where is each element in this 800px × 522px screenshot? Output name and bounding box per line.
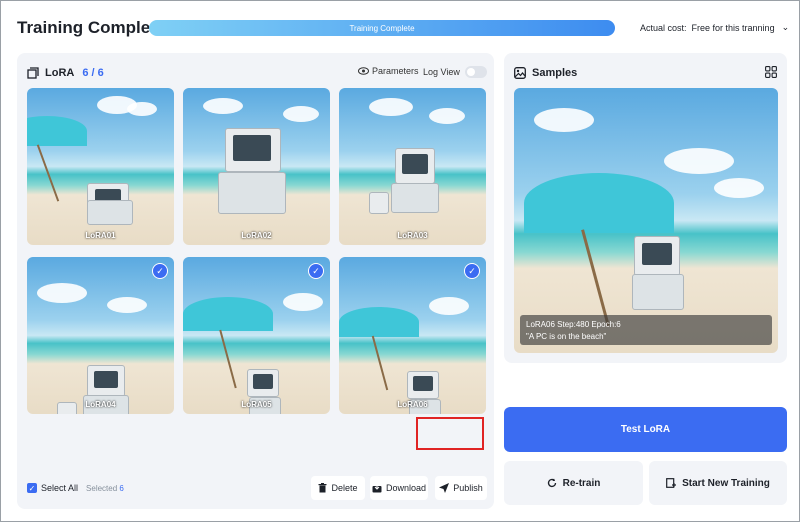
cost-selector[interactable]: Actual cost: Free for this tranning ⌄ (640, 22, 789, 33)
training-progress-bar: Training Complete (149, 20, 615, 36)
publish-label: Publish (453, 483, 483, 493)
lora-thumb[interactable]: LoRA01 (27, 88, 174, 245)
progress-text: Training Complete (349, 23, 415, 33)
sample-caption: LoRA06 Step:480 Epoch:6 "A PC is on the … (520, 315, 772, 345)
thumb-label: LoRA01 (85, 231, 116, 240)
download-icon (372, 483, 382, 493)
samples-panel: Samples LoRA06 Step:480 Epoch:6 "A PC is… (504, 53, 787, 363)
publish-button[interactable]: Publish (435, 476, 487, 500)
app-window: Training Complete Training Complete Actu… (0, 0, 800, 522)
checkbox-checked-icon: ✓ (27, 483, 37, 493)
select-all-checkbox[interactable]: ✓ Select All Selected 6 (27, 483, 124, 493)
lora-header: LoRA 6 / 6 (27, 67, 104, 79)
publish-highlight-box (416, 417, 484, 450)
cost-label: Actual cost: (640, 22, 687, 33)
page-title: Training Complete (17, 18, 166, 37)
send-icon (439, 483, 450, 493)
selected-count: Selected 6 (86, 484, 124, 493)
delete-label: Delete (331, 483, 358, 493)
parameters-label: Parameters (372, 66, 419, 76)
download-label: Download (385, 483, 427, 493)
trash-icon (318, 483, 327, 493)
eye-icon (358, 67, 369, 75)
thumb-label: LoRA02 (241, 231, 272, 240)
lora-thumb[interactable]: ✓ LoRA05 (183, 257, 330, 414)
selected-number: 6 (119, 483, 124, 493)
samples-header: Samples (514, 67, 577, 79)
log-view-label: Log View (423, 67, 460, 77)
samples-title: Samples (532, 67, 578, 79)
new-document-icon (666, 478, 677, 488)
select-all-label: Select All (41, 483, 79, 493)
grid-view-icon[interactable] (765, 66, 777, 78)
check-icon[interactable]: ✓ (464, 263, 480, 279)
caption-prompt: "A PC is on the beach" (526, 332, 607, 341)
lora-thumb[interactable]: LoRA02 (183, 88, 330, 245)
lora-thumb[interactable]: ✓ LoRA04 (27, 257, 174, 414)
start-new-training-button[interactable]: Start New Training (649, 461, 787, 505)
lora-thumb[interactable]: ✓ LoRA06 (339, 257, 486, 414)
image-icon (514, 67, 526, 79)
thumb-label: LoRA03 (397, 231, 428, 240)
download-button[interactable]: Download (370, 476, 428, 500)
thumb-label: LoRA06 (397, 400, 428, 409)
retrain-button[interactable]: Re-train (504, 461, 643, 505)
delete-button[interactable]: Delete (311, 476, 365, 500)
lora-count: 6 / 6 (82, 67, 104, 79)
refresh-icon (547, 478, 556, 488)
caption-meta: LoRA06 Step:480 Epoch:6 (526, 320, 621, 329)
toggle-switch[interactable] (464, 66, 487, 78)
thumb-label: LoRA05 (241, 400, 272, 409)
lora-label: LoRA (45, 67, 75, 79)
sample-preview[interactable]: LoRA06 Step:480 Epoch:6 "A PC is on the … (514, 88, 778, 353)
layers-icon (27, 67, 39, 79)
retrain-label: Re-train (562, 477, 601, 489)
log-view-toggle[interactable]: Log View (423, 66, 487, 78)
header: Training Complete Training Complete Actu… (1, 1, 800, 53)
parameters-button[interactable]: Parameters (358, 66, 419, 76)
selected-label: Selected (86, 483, 118, 493)
lora-thumb[interactable]: LoRA03 (339, 88, 486, 245)
test-lora-button[interactable]: Test LoRA (504, 407, 787, 452)
new-training-label: Start New Training (682, 477, 770, 489)
chevron-down-icon: ⌄ (781, 22, 790, 32)
check-icon[interactable]: ✓ (308, 263, 324, 279)
check-icon[interactable]: ✓ (152, 263, 168, 279)
cost-value: Free for this tranning (691, 22, 775, 33)
thumb-label: LoRA04 (85, 400, 116, 409)
